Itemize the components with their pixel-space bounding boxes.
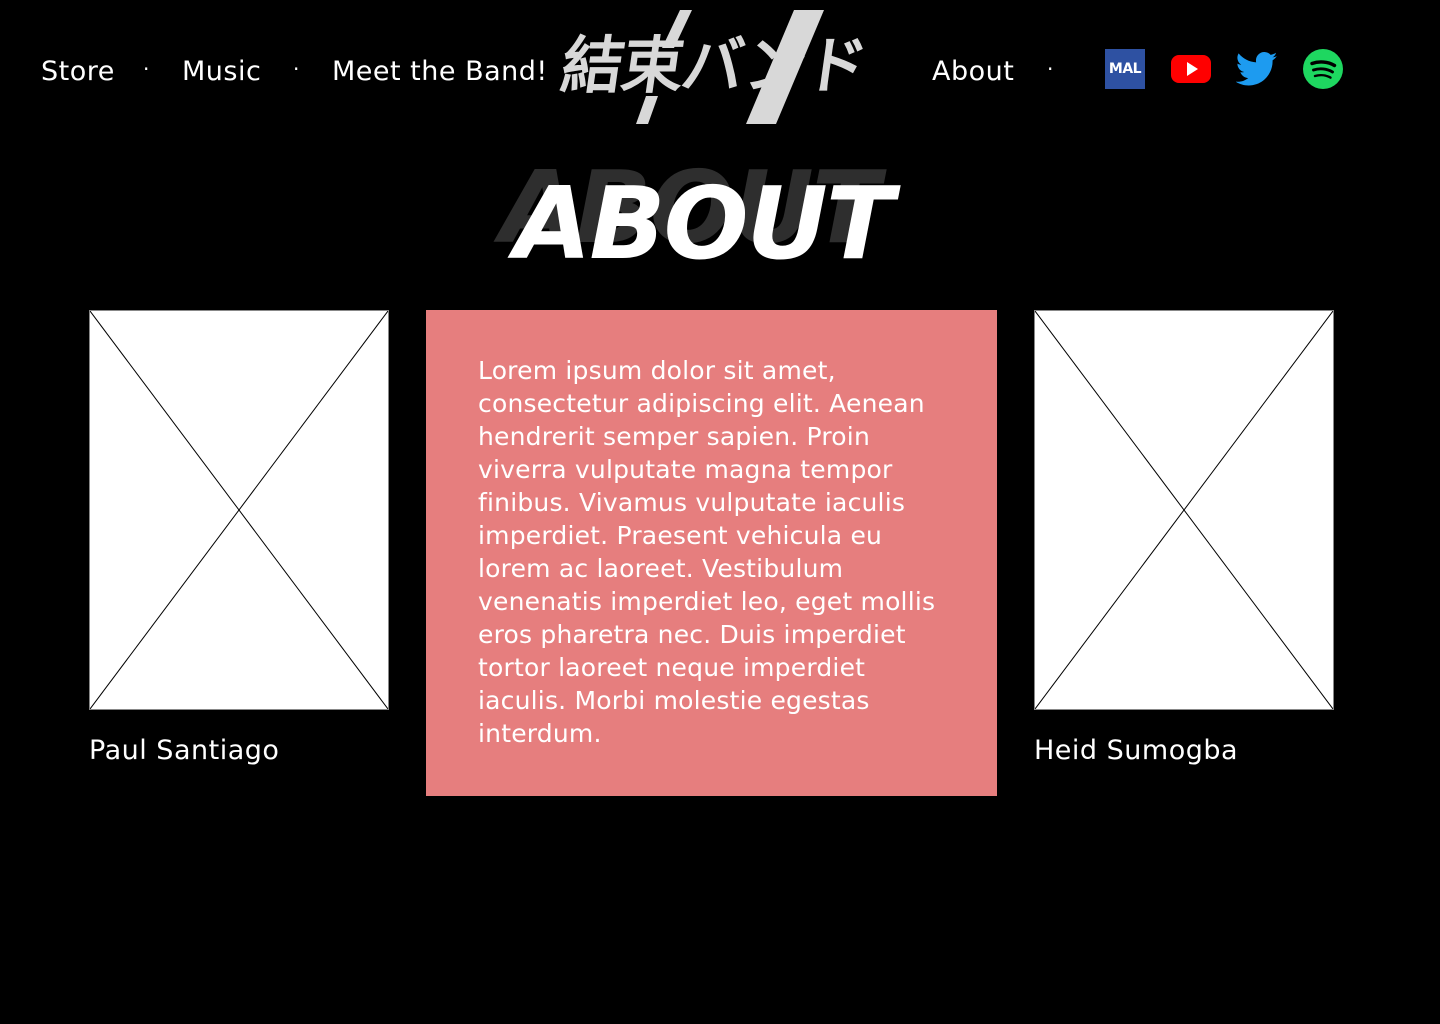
nav-separator: ·: [293, 57, 300, 81]
about-heading: ABOUT ABOUT: [0, 148, 1440, 282]
nav-separator: ·: [143, 57, 150, 81]
logo-text: 結束バンド: [556, 29, 871, 102]
about-card: Lorem ipsum dolor sit amet, consectetur …: [426, 310, 997, 796]
member-photo-placeholder: [89, 310, 389, 710]
twitter-icon[interactable]: [1235, 48, 1278, 90]
youtube-icon[interactable]: [1170, 48, 1212, 90]
page: Store · Music · Meet the Band! 結束バンド Abo…: [0, 0, 1440, 1024]
about-heading-title: ABOUT: [514, 165, 894, 282]
nav-link-meet-the-band[interactable]: Meet the Band!: [332, 52, 548, 92]
nav-link-music[interactable]: Music: [182, 52, 261, 92]
nav-link-about[interactable]: About: [932, 52, 1014, 92]
band-logo[interactable]: 結束バンド: [557, 8, 878, 128]
member-name: Heid Sumogba: [1034, 735, 1239, 766]
myanimelist-icon[interactable]: MAL: [1105, 49, 1145, 89]
nav-separator: ·: [1047, 57, 1054, 81]
member-photo-placeholder: [1034, 310, 1334, 710]
member-name: Paul Santiago: [89, 735, 280, 766]
nav-link-store[interactable]: Store: [41, 52, 115, 92]
spotify-icon[interactable]: [1302, 48, 1344, 90]
about-description: Lorem ipsum dolor sit amet, consectetur …: [478, 356, 936, 748]
myanimelist-label: MAL: [1108, 61, 1142, 77]
